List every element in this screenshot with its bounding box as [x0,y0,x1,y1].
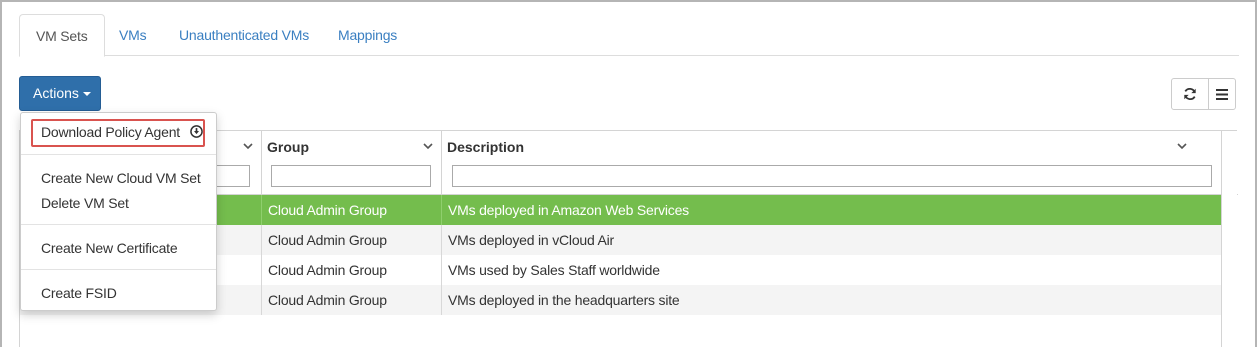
list-icon [1216,88,1228,100]
menu-divider [21,224,216,225]
vertical-scrollbar[interactable] [1221,131,1237,347]
group-filter-input[interactable] [271,165,431,187]
column-header-description: Description [441,131,1221,195]
actions-dropdown-menu: Download Policy Agent Create New Cloud V… [20,112,217,311]
tab-bar: VM Sets VMs Unauthenticated VMs Mappings [19,14,1239,57]
menu-item-create-fsid[interactable]: Create FSID [41,285,117,301]
menu-item-delete-vm-set[interactable]: Delete VM Set [41,195,129,211]
actions-button-label: Actions [33,85,79,101]
description-filter-input[interactable] [452,165,1212,187]
menu-divider [21,269,216,270]
caret-down-icon [82,92,91,97]
refresh-icon [1184,87,1196,101]
menu-item-download-policy-agent[interactable]: Download Policy Agent [41,124,203,140]
group-cell: Cloud Admin Group [261,225,441,255]
chevron-down-icon[interactable] [421,139,435,153]
description-cell: VMs deployed in Amazon Web Services [441,195,1221,225]
group-cell: Cloud Admin Group [261,255,441,285]
download-circle-icon [189,125,203,138]
tab-vms[interactable]: VMs [103,14,162,56]
columns-menu-button[interactable] [1208,78,1236,110]
refresh-button[interactable] [1171,78,1209,110]
column-title-description: Description [447,139,525,155]
description-cell: VMs deployed in vCloud Air [441,225,1221,255]
column-header-group: Group [261,131,441,195]
description-cell: VMs deployed in the headquarters site [441,285,1221,315]
group-cell: Cloud Admin Group [261,285,441,315]
chevron-down-icon[interactable] [1175,139,1189,153]
tab-mappings[interactable]: Mappings [322,14,413,56]
menu-item-create-new-cloud-vm-set[interactable]: Create New Cloud VM Set [41,170,201,186]
menu-item-label: Download Policy Agent [41,124,180,140]
actions-button[interactable]: Actions [19,76,101,111]
description-cell: VMs used by Sales Staff worldwide [441,255,1221,285]
column-title-group: Group [267,139,309,155]
menu-item-create-new-certificate[interactable]: Create New Certificate [41,240,178,256]
menu-divider [21,154,216,155]
chevron-down-icon[interactable] [241,139,255,153]
group-cell: Cloud Admin Group [261,195,441,225]
tab-unauthenticated-vms[interactable]: Unauthenticated VMs [163,14,325,56]
tab-vm-sets[interactable]: VM Sets [19,14,105,57]
